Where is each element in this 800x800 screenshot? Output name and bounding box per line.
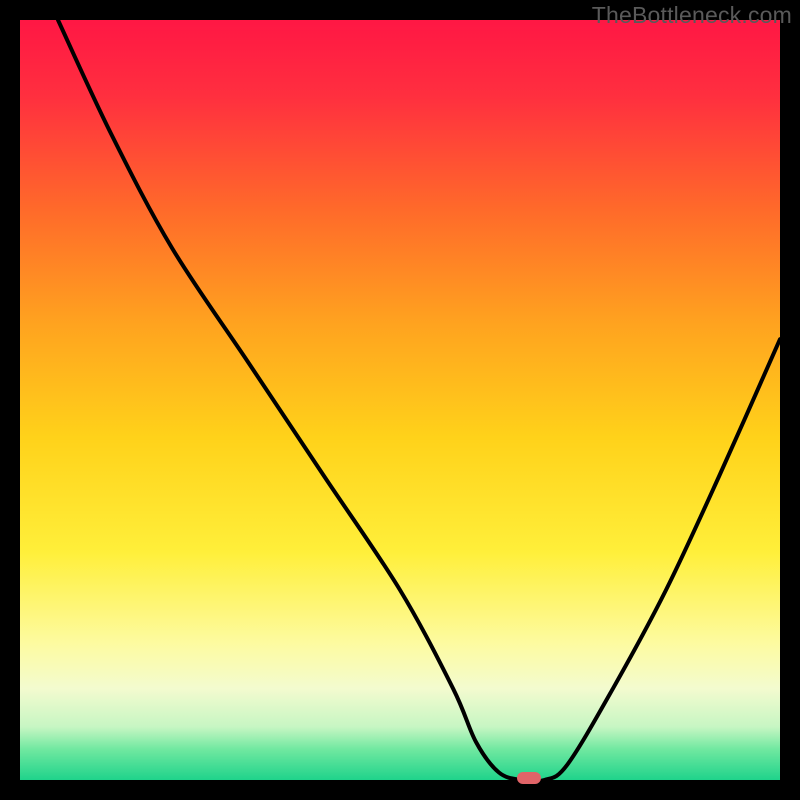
watermark-label: TheBottleneck.com xyxy=(592,2,792,29)
plot-area xyxy=(20,20,780,780)
chart-frame: TheBottleneck.com xyxy=(0,0,800,800)
bottleneck-curve xyxy=(20,20,780,780)
optimal-marker xyxy=(517,772,541,784)
